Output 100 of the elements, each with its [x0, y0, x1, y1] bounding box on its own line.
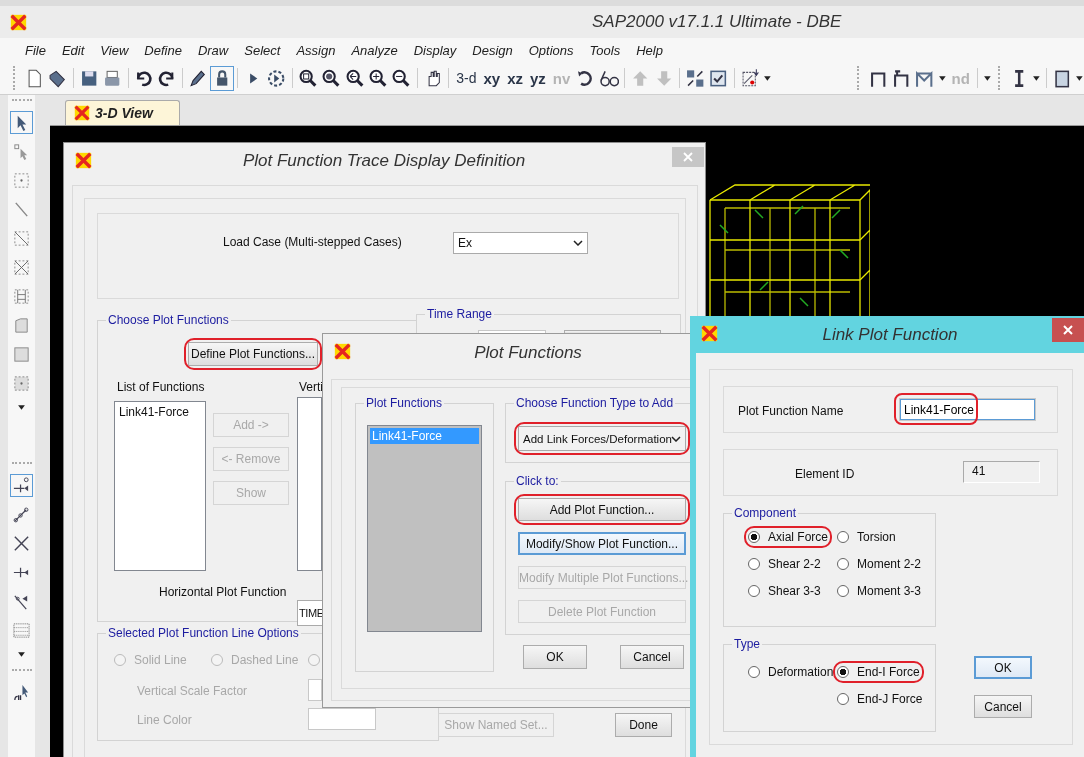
dialog-button[interactable]: OK	[523, 645, 587, 669]
dialog-button[interactable]: Cancel	[620, 645, 684, 669]
name-input[interactable]: Link41-Force	[900, 399, 1035, 420]
line-icon[interactable]	[12, 200, 31, 219]
caret-icon[interactable]	[763, 73, 772, 83]
caret-icon[interactable]	[982, 73, 992, 83]
caret-icon[interactable]	[1031, 73, 1041, 83]
run-icon[interactable]	[266, 67, 287, 89]
menu-item[interactable]: Select	[244, 42, 281, 58]
group-title: Choose Plot Functions	[106, 313, 231, 327]
view-button[interactable]: 3-d	[454, 70, 479, 86]
group-title: Click to:	[514, 474, 561, 488]
pointer-icon[interactable]	[12, 113, 31, 132]
radio-button[interactable]	[837, 666, 849, 678]
radio-button[interactable]	[837, 693, 849, 705]
menu-item[interactable]: Assign	[296, 42, 336, 58]
menu-item[interactable]: Help	[636, 42, 663, 58]
close-icon[interactable]	[1052, 318, 1084, 342]
caret-icon[interactable]	[17, 650, 26, 659]
dialog-button[interactable]: OK	[974, 656, 1032, 679]
caret-icon[interactable]	[17, 403, 26, 412]
define-plot-functions-button[interactable]: Define Plot Functions...	[188, 342, 318, 366]
plot-function-button[interactable]: Add Plot Function...	[518, 498, 686, 521]
element-id-field[interactable]: 41	[963, 461, 1040, 483]
load-case-dropdown[interactable]: Ex	[453, 232, 588, 254]
menu-item[interactable]: Options	[528, 42, 574, 58]
plot-function-button[interactable]: Modify/Show Plot Function...	[518, 532, 686, 555]
menu-item[interactable]: Analyze	[351, 42, 398, 58]
view-button[interactable]: xz	[505, 69, 525, 87]
zoom-out-icon[interactable]	[391, 67, 412, 89]
menu-item[interactable]: Draw	[197, 42, 229, 58]
line-icon[interactable]	[12, 229, 31, 248]
app-icon	[334, 343, 351, 360]
list-label: List of Functions	[117, 380, 206, 396]
menu-item[interactable]: Display	[413, 42, 457, 58]
menu-item[interactable]: File	[25, 42, 46, 58]
radio-button[interactable]	[837, 531, 849, 543]
function-type-dropdown[interactable]: Add Link Forces/Deformation	[518, 426, 686, 451]
radio-button[interactable]	[748, 585, 760, 597]
vertical-function-list[interactable]	[297, 397, 322, 571]
load-case-label: Load Case (Multi-stepped Cases)	[223, 235, 403, 251]
app-icon	[74, 105, 90, 121]
grid-icon[interactable]	[12, 287, 31, 306]
radio-label: Deformation	[768, 665, 834, 679]
zoom-in-icon[interactable]	[368, 67, 389, 89]
view-button[interactable]: yz	[527, 69, 548, 87]
zoom-previous-icon[interactable]	[344, 67, 366, 89]
dialog-button[interactable]: Cancel	[974, 695, 1032, 718]
select-all-icon[interactable]	[12, 683, 31, 702]
fit-icon[interactable]	[684, 67, 706, 89]
line-color-field[interactable]	[308, 708, 376, 730]
chevron-icon	[573, 240, 583, 246]
zoom-window-icon[interactable]	[297, 67, 319, 89]
radio-label: Moment 3-3	[857, 584, 922, 598]
dialog-title: Link Plot Function	[821, 323, 959, 346]
zoom-icon[interactable]	[321, 67, 342, 89]
menu-item[interactable]: Define	[144, 42, 182, 58]
radio-button[interactable]	[748, 558, 760, 570]
app-icon	[75, 152, 92, 169]
radio-button[interactable]	[837, 558, 849, 570]
tab-label: 3-D View	[95, 105, 153, 121]
radio-label: Torsion	[857, 530, 896, 544]
menu-item[interactable]: Design	[472, 42, 513, 58]
radio-label: End-J Force	[857, 692, 923, 706]
snap-icon[interactable]	[12, 505, 31, 524]
caret-icon[interactable]	[937, 73, 947, 83]
radio-button[interactable]	[748, 666, 760, 678]
radio-button[interactable]	[748, 531, 760, 543]
snap-icon[interactable]	[12, 476, 31, 495]
window-title: SAP2000 v17.1.1 Ultimate - DBE	[592, 12, 842, 32]
group-title: Plot Functions	[364, 396, 445, 410]
group-title: Component	[732, 506, 799, 520]
app-icon	[701, 325, 718, 342]
dialog-title: Plot Functions	[473, 341, 583, 364]
menu-item[interactable]: Edit	[61, 42, 85, 58]
dialog-button[interactable]: Done	[615, 713, 672, 737]
vertical-list-label: Verti	[299, 380, 324, 396]
function-list-item[interactable]: Link41-Force	[117, 404, 203, 420]
view-tab[interactable]: 3-D View	[65, 100, 180, 125]
scale-factor-label: Vertical Scale Factor	[137, 684, 249, 700]
group-title: Choose Function Type to Add	[514, 396, 676, 410]
line-color-label: Line Color	[137, 713, 193, 729]
group-title: Selected Plot Function Line Options	[106, 626, 301, 640]
snap-icon[interactable]	[12, 534, 31, 553]
radio-label: Moment 2-2	[857, 557, 922, 571]
radio-label: Solid Line	[134, 653, 187, 667]
radio-button[interactable]	[837, 585, 849, 597]
radio-label: Shear 3-3	[768, 584, 821, 598]
radio-label: End-I Force	[857, 665, 920, 679]
group-title: Type	[732, 637, 762, 651]
caret-icon[interactable]	[1075, 73, 1084, 83]
cross-icon[interactable]	[12, 258, 31, 277]
view-button[interactable]: xy	[481, 69, 503, 87]
lock-icon[interactable]	[211, 67, 233, 89]
menu-item[interactable]: View	[100, 42, 129, 58]
radio-label: Shear 2-2	[768, 557, 821, 571]
menu-item[interactable]: Tools	[589, 42, 621, 58]
element-id-label: Element ID	[795, 467, 856, 483]
scale-factor-field[interactable]	[308, 679, 322, 701]
export-icon[interactable]	[739, 67, 761, 89]
